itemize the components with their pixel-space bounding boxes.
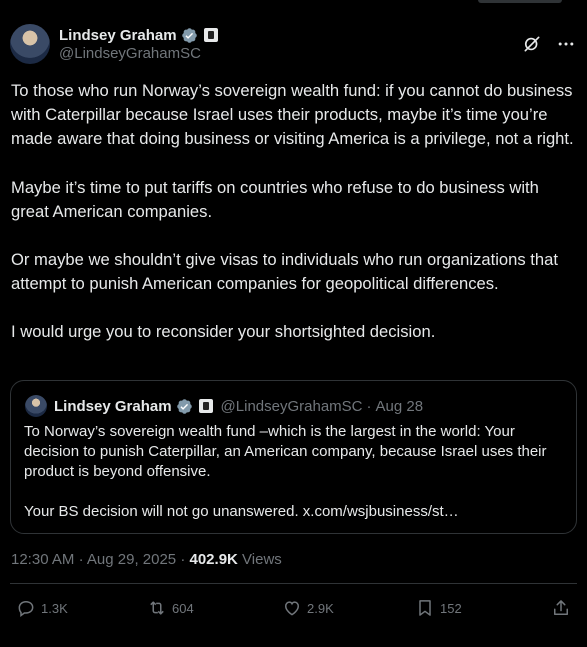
author-name-row: Lindsey Graham [59, 27, 218, 44]
post-text: To those who run Norway’s sovereign weal… [11, 79, 579, 369]
post-paragraph: Or maybe we shouldn’t give visas to indi… [11, 250, 558, 294]
verified-badge-icon [176, 398, 192, 414]
bookmark-count: 152 [440, 600, 462, 616]
grok-button[interactable] [521, 33, 543, 55]
share-button[interactable] [551, 598, 571, 618]
dot-separator: · [78, 551, 87, 568]
reply-icon [18, 600, 34, 617]
dot-separator: · [366, 397, 372, 415]
views-count[interactable]: 402.9K [190, 551, 238, 568]
post-paragraph: To those who run Norway’s sovereign weal… [11, 81, 574, 149]
like-count: 2.9K [307, 600, 334, 616]
like-icon [284, 601, 300, 616]
quoted-author-name: Lindsey Graham [54, 397, 172, 415]
more-options-button[interactable] [555, 33, 577, 55]
bookmark-icon [419, 600, 431, 616]
post-meta: 12:30 AM · Aug 29, 2025 · 402.9K Views [11, 551, 282, 568]
reply-count: 1.3K [41, 600, 68, 616]
repost-count: 604 [172, 600, 194, 616]
government-badge-icon[interactable] [203, 28, 218, 42]
top-edge-tab [478, 0, 562, 3]
author-name[interactable]: Lindsey Graham [59, 27, 177, 44]
quoted-author-handle: @LindseyGrahamSC [220, 397, 363, 415]
bookmark-button[interactable]: 152 [415, 598, 462, 618]
avatar[interactable] [10, 24, 50, 64]
quoted-avatar [25, 395, 47, 417]
author-handle[interactable]: @LindseyGrahamSC [59, 45, 218, 62]
verified-badge-icon[interactable] [181, 27, 198, 44]
author-info: Lindsey Graham @LindseyGrahamSC [59, 27, 218, 62]
quoted-paragraph: To Norway’s sovereign wealth fund –which… [24, 423, 547, 480]
quoted-post-date: Aug 28 [375, 397, 424, 415]
post-paragraph: Maybe it’s time to put tariffs on countr… [11, 177, 539, 221]
quoted-post-text: To Norway’s sovereign wealth fund –which… [24, 422, 569, 542]
government-badge-icon [198, 399, 213, 413]
reply-button[interactable]: 1.3K [16, 598, 68, 618]
post-date[interactable]: Aug 29, 2025 [87, 551, 176, 568]
quoted-paragraph: Your BS decision will not go unanswered.… [24, 503, 459, 520]
quoted-post[interactable]: Lindsey Graham @LindseyGrahamSC · Aug 28… [10, 380, 577, 534]
views-label: Views [242, 551, 282, 568]
dot-separator: · [180, 551, 190, 568]
post-header: Lindsey Graham @LindseyGrahamSC [10, 22, 577, 66]
like-button[interactable]: 2.9K [282, 598, 334, 618]
grok-icon [524, 36, 540, 52]
more-icon [558, 42, 574, 46]
repost-icon [150, 601, 164, 615]
quoted-post-header: Lindsey Graham @LindseyGrahamSC · Aug 28 [25, 395, 423, 417]
action-bar: 1.3K 604 2.9K 152 [16, 598, 576, 628]
divider [10, 583, 577, 584]
post-time[interactable]: 12:30 AM [11, 551, 74, 568]
repost-button[interactable]: 604 [147, 598, 194, 618]
share-icon [554, 600, 568, 615]
post-paragraph: I would urge you to reconsider your shor… [11, 322, 436, 342]
